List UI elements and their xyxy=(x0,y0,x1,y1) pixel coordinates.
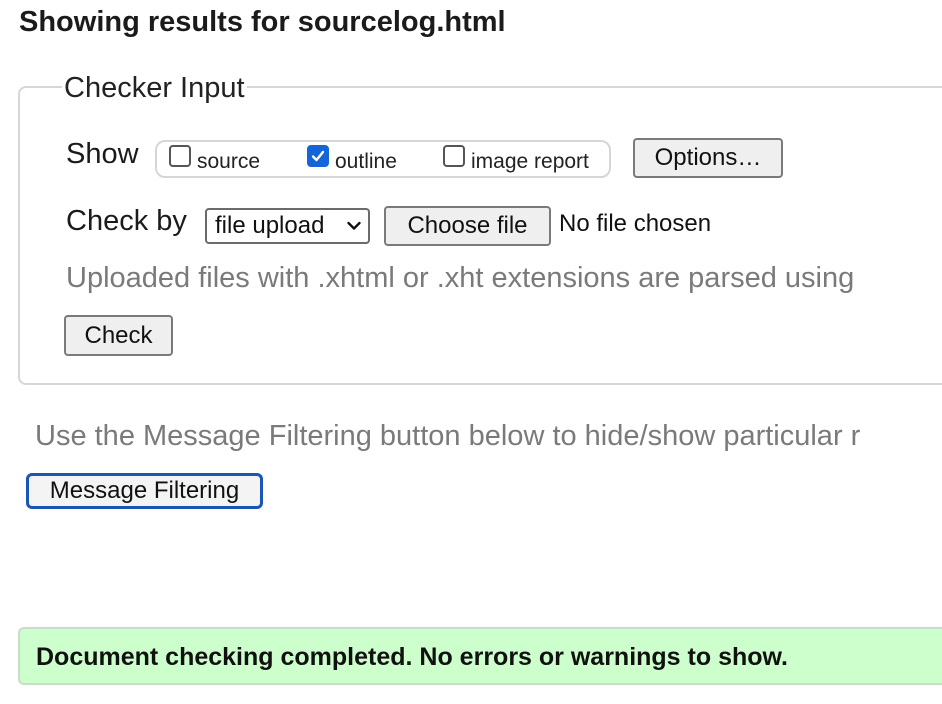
options-button[interactable]: Options… xyxy=(633,138,783,178)
result-status-box: Document checking completed. No errors o… xyxy=(18,627,942,685)
show-outline-option[interactable]: outline xyxy=(307,142,397,176)
check-by-select[interactable]: file upload xyxy=(205,208,370,244)
image-report-checkbox[interactable] xyxy=(443,145,465,167)
checker-input-fieldset: Checker Input Show source outline image … xyxy=(18,72,942,385)
no-file-chosen-text: No file chosen xyxy=(559,210,712,237)
choose-file-button[interactable]: Choose file xyxy=(384,206,551,246)
show-source-option[interactable]: source xyxy=(169,142,260,176)
source-checkbox[interactable] xyxy=(169,145,191,167)
check-by-selected-value: file upload xyxy=(215,212,325,239)
message-filtering-button[interactable]: Message Filtering xyxy=(26,473,263,509)
image-report-checkbox-label: image report xyxy=(471,150,589,173)
show-image-report-option[interactable]: image report xyxy=(443,142,589,176)
message-filtering-note: Use the Message Filtering button below t… xyxy=(35,420,861,452)
page-title: Showing results for sourcelog.html xyxy=(19,6,506,38)
result-status-message: Document checking completed. No errors o… xyxy=(36,643,788,671)
xhtml-upload-hint: Uploaded files with .xhtml or .xht exten… xyxy=(66,262,855,294)
chevron-down-icon xyxy=(347,221,361,230)
outline-checkbox-label: outline xyxy=(335,150,397,173)
source-checkbox-label: source xyxy=(197,150,261,173)
check-icon xyxy=(311,150,325,162)
check-button[interactable]: Check xyxy=(64,315,173,356)
outline-checkbox[interactable] xyxy=(307,145,329,167)
checker-input-legend: Checker Input xyxy=(62,72,247,105)
show-label: Show xyxy=(66,138,139,170)
show-options-group: source outline image report xyxy=(155,140,611,178)
check-by-label: Check by xyxy=(66,205,187,237)
